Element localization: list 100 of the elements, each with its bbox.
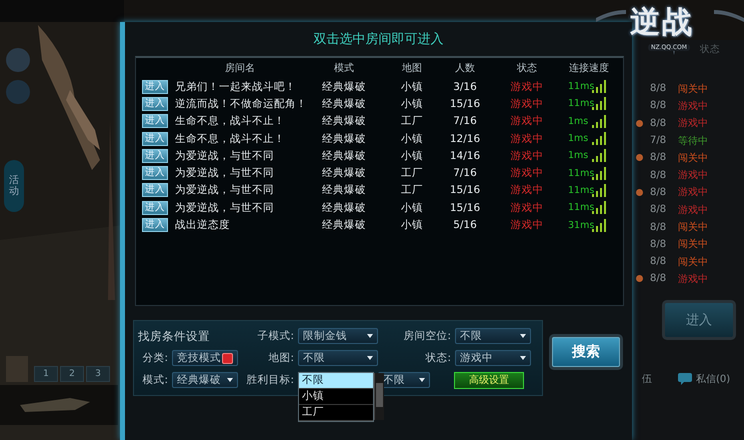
ping-cell: 11ms xyxy=(568,168,592,179)
mode-cell-text: 经典爆破 xyxy=(321,114,367,128)
category-field[interactable]: 竞技模式 xyxy=(172,350,238,366)
status-cell-text: 游戏中 xyxy=(510,200,544,215)
column-header: 模式 xyxy=(333,62,355,75)
enter-button[interactable]: 进入 xyxy=(662,300,736,340)
mode-cell-text: 经典爆破 xyxy=(321,132,367,146)
room-name: 为爱逆战，与世不同 xyxy=(174,166,275,180)
players-cell-text: 8/8 xyxy=(650,204,668,216)
players-cell-text: 8/8 xyxy=(650,222,668,233)
room-name: 逆流而战！不做命运配角！ xyxy=(174,96,308,111)
caret-icon xyxy=(419,378,425,382)
weapon-slot[interactable]: 2 xyxy=(60,366,84,382)
players-cell-text: 14/16 xyxy=(448,150,482,162)
caret-icon xyxy=(227,378,233,382)
map-cell-text: 小镇 xyxy=(400,132,424,146)
status-cell-text: 游戏中 xyxy=(510,218,544,232)
field-label: 地图: xyxy=(267,351,294,365)
mode-cell-text: 经典爆破 xyxy=(321,218,367,232)
dropdown-field[interactable]: 不限 xyxy=(298,350,378,366)
status-cell-text: 闯关中 xyxy=(678,256,709,269)
status-cell-text: 游戏中 xyxy=(678,204,709,217)
weapon-slot[interactable]: 1 xyxy=(34,366,58,382)
dropdown-option[interactable]: 工厂 xyxy=(299,405,373,421)
players-cell-text: 8/8 xyxy=(650,256,668,268)
join-button[interactable]: 进入 xyxy=(142,183,168,198)
advanced-settings-button[interactable]: 高级设置 xyxy=(454,372,524,388)
activity-button[interactable]: 活动 xyxy=(4,160,24,212)
mode-cell-text: 经典爆破 xyxy=(321,96,367,111)
column-header: 连接速度 xyxy=(568,62,610,75)
signal-icon xyxy=(592,114,606,128)
status-cell-text: 游戏中 xyxy=(678,272,709,286)
players-cell-text: 3/16 xyxy=(452,80,478,93)
field-value: 不限 xyxy=(383,373,405,387)
dialog-title: 双击选中房间即可进入 xyxy=(314,31,444,48)
status-cell-text: 游戏中 xyxy=(510,183,544,198)
dropdown-field[interactable]: 经典爆破 xyxy=(172,372,238,388)
players-cell-text: 15/16 xyxy=(448,184,482,196)
players-cell-text: 8/8 xyxy=(650,273,668,284)
players-cell-text: 8/8 xyxy=(650,83,668,94)
mode-cell-text: 经典爆破 xyxy=(321,148,367,163)
search-button[interactable]: 搜索 xyxy=(549,334,623,370)
join-button[interactable]: 进入 xyxy=(142,218,168,232)
column-header: 状态 xyxy=(700,43,720,56)
dropdown-field[interactable]: 不限 xyxy=(455,328,531,344)
players-cell-text: 8/8 xyxy=(650,118,668,129)
join-button[interactable]: 进入 xyxy=(142,148,168,163)
weapon-slot[interactable]: 3 xyxy=(86,366,110,382)
dropdown-field[interactable]: 游戏中 xyxy=(455,350,531,366)
players-cell-text: 5/16 xyxy=(452,219,478,232)
room-name: 战出逆态度 xyxy=(174,218,231,232)
ping-cell-text: 1ms xyxy=(568,133,590,144)
signal-icon xyxy=(592,80,606,94)
field-value: 竞技模式 xyxy=(177,351,221,365)
scrollbar[interactable] xyxy=(374,373,384,420)
field-label: 分类: xyxy=(141,351,168,365)
map-cell-text: 小镇 xyxy=(400,200,424,215)
chat-icon xyxy=(678,373,692,385)
map-cell-text: 工厂 xyxy=(400,183,424,198)
status-cell-text: 游戏中 xyxy=(678,186,709,200)
signal-icon xyxy=(592,218,606,232)
join-button[interactable]: 进入 xyxy=(142,80,168,94)
signal-icon xyxy=(592,97,606,110)
field-label: 状态: xyxy=(424,351,451,365)
players-cell-text: 8/8 xyxy=(650,170,668,181)
room-name: 为爱逆战，与世不同 xyxy=(174,183,275,198)
status-cell-text: 闯关中 xyxy=(678,238,709,252)
team-tab[interactable]: 伍 xyxy=(642,372,652,386)
status-cell-text: 游戏中 xyxy=(510,132,544,146)
join-button[interactable]: 进入 xyxy=(142,96,168,111)
messages-link[interactable]: 私信(0) xyxy=(696,372,730,386)
join-button[interactable]: 进入 xyxy=(142,166,168,180)
caret-icon xyxy=(520,334,526,338)
field-value: 经典爆破 xyxy=(177,373,221,387)
status-cell-text: 游戏中 xyxy=(510,96,544,111)
ping-cell-text: 1ms xyxy=(568,150,590,162)
status-cell-text: 游戏中 xyxy=(678,168,709,182)
column-header: 地图 xyxy=(401,62,423,75)
field-value: 不限 xyxy=(460,329,482,343)
status-cell-text: 游戏中 xyxy=(678,116,709,130)
players-cell-text: 8/8 xyxy=(650,238,668,250)
mode-cell-text: 经典爆破 xyxy=(321,80,367,94)
remove-icon[interactable] xyxy=(222,352,233,364)
dropdown-field[interactable]: 限制金钱 xyxy=(298,328,378,344)
map-cell-text: 小镇 xyxy=(400,148,424,163)
column-header: 人数 xyxy=(454,62,476,75)
ping-cell: 11ms xyxy=(568,202,592,214)
join-button[interactable]: 进入 xyxy=(142,132,168,146)
join-button[interactable]: 进入 xyxy=(142,200,168,215)
dropdown-option[interactable]: 小镇 xyxy=(299,389,373,405)
caret-icon xyxy=(367,334,373,338)
players-cell-text: 15/16 xyxy=(448,202,482,214)
status-cell-text: 闯关中 xyxy=(678,152,709,165)
join-button[interactable]: 进入 xyxy=(142,114,168,128)
mode-cell-text: 经典爆破 xyxy=(321,166,367,180)
caret-icon xyxy=(520,356,526,360)
players-cell-text: 7/16 xyxy=(452,115,478,128)
ping-cell: 11ms xyxy=(568,184,592,196)
dropdown-option[interactable]: 不限 xyxy=(299,373,373,389)
status-cell-text: 游戏中 xyxy=(510,114,544,128)
